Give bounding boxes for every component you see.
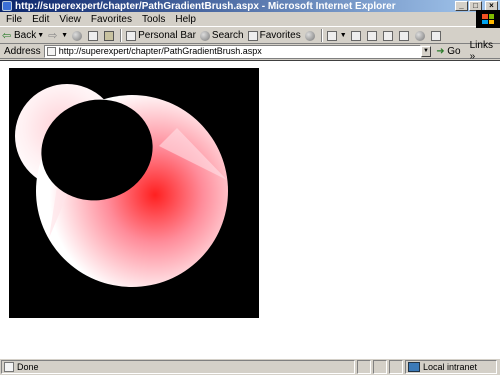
page-content (0, 60, 500, 358)
stop-button[interactable] (70, 29, 86, 43)
menu-bar: File Edit View Favorites Tools Help (0, 12, 500, 27)
stop-icon (72, 30, 83, 41)
zone-label: Local intranet (423, 362, 478, 372)
history-button[interactable] (303, 29, 319, 43)
status-pane-empty (357, 360, 371, 374)
mail-button[interactable]: ▼ (325, 29, 349, 43)
menu-favorites[interactable]: Favorites (86, 14, 137, 25)
history-icon (304, 30, 315, 41)
gradient-image (9, 68, 259, 318)
status-pane-empty (389, 360, 403, 374)
address-label: Address (4, 45, 41, 57)
refresh-icon (88, 30, 99, 41)
ie-page-icon (2, 1, 12, 11)
discuss-icon (382, 30, 393, 41)
related-icon (430, 30, 441, 41)
search-button[interactable]: Search (198, 29, 246, 43)
windows-logo-icon (476, 10, 500, 28)
research-button[interactable] (397, 29, 413, 43)
page-done-icon (4, 362, 14, 372)
personal-bar-button[interactable]: Personal Bar (124, 29, 198, 43)
chevron-down-icon: ▼ (37, 32, 45, 39)
messenger-button[interactable] (413, 29, 429, 43)
print-button[interactable] (349, 29, 365, 43)
edit-icon (366, 30, 377, 41)
path-gradient-drawing (15, 84, 228, 287)
search-label: Search (211, 30, 244, 41)
search-icon (199, 30, 210, 41)
address-url: http://superexpert/chapter/PathGradientB… (58, 46, 262, 56)
back-label: Back (14, 30, 37, 41)
menu-edit[interactable]: Edit (27, 14, 54, 25)
page-icon (46, 46, 56, 56)
forward-button[interactable]: ⇨ ▼ (46, 29, 70, 43)
favorites-icon (247, 30, 258, 41)
chevron-down-icon: ▼ (339, 32, 347, 39)
personal-bar-icon (126, 30, 137, 41)
home-icon (104, 30, 115, 41)
address-bar: Address http://superexpert/chapter/PathG… (0, 40, 500, 62)
menu-file[interactable]: File (0, 14, 27, 25)
window-title: http://superexpert/chapter/PathGradientB… (15, 0, 396, 12)
toolbar-separator (120, 29, 123, 42)
back-arrow-icon: ⇦ (2, 29, 12, 42)
menu-view[interactable]: View (54, 14, 86, 25)
title-bar: http://superexpert/chapter/PathGradientB… (0, 0, 500, 12)
research-icon (398, 30, 409, 41)
go-button[interactable]: ➜ Go (436, 46, 460, 57)
status-pane: Done (1, 360, 355, 374)
links-button[interactable]: Links » (470, 40, 500, 62)
minimize-button[interactable]: _ (455, 1, 468, 11)
print-icon (350, 30, 361, 41)
toolbar-separator (320, 29, 323, 42)
mail-icon (326, 30, 337, 41)
address-input[interactable]: http://superexpert/chapter/PathGradientB… (43, 44, 421, 58)
menu-tools[interactable]: Tools (137, 14, 170, 25)
chevron-down-icon: ▼ (61, 32, 69, 39)
forward-arrow-icon: ⇨ (48, 29, 58, 42)
refresh-button[interactable] (86, 29, 102, 43)
personal-bar-label: Personal Bar (138, 30, 196, 41)
discuss-button[interactable] (381, 29, 397, 43)
go-label: Go (447, 45, 461, 57)
menu-help[interactable]: Help (170, 14, 201, 25)
status-bar: Done Local intranet (0, 358, 500, 375)
edit-button[interactable] (365, 29, 381, 43)
address-dropdown-button[interactable]: ▼ (420, 45, 432, 57)
related-button[interactable] (429, 29, 445, 43)
status-text: Done (17, 362, 39, 372)
intranet-zone-icon (408, 362, 420, 372)
security-zone-pane: Local intranet (405, 360, 497, 374)
go-arrow-icon: ➜ (436, 45, 445, 57)
standard-toolbar: ⇦ Back ▼ ⇨ ▼ Personal Bar Search Favorit… (0, 28, 500, 44)
favorites-label: Favorites (259, 30, 301, 41)
favorites-button[interactable]: Favorites (246, 29, 303, 43)
messenger-icon (414, 30, 425, 41)
home-button[interactable] (102, 29, 118, 43)
status-pane-empty (373, 360, 387, 374)
back-button[interactable]: ⇦ Back ▼ (0, 29, 46, 43)
